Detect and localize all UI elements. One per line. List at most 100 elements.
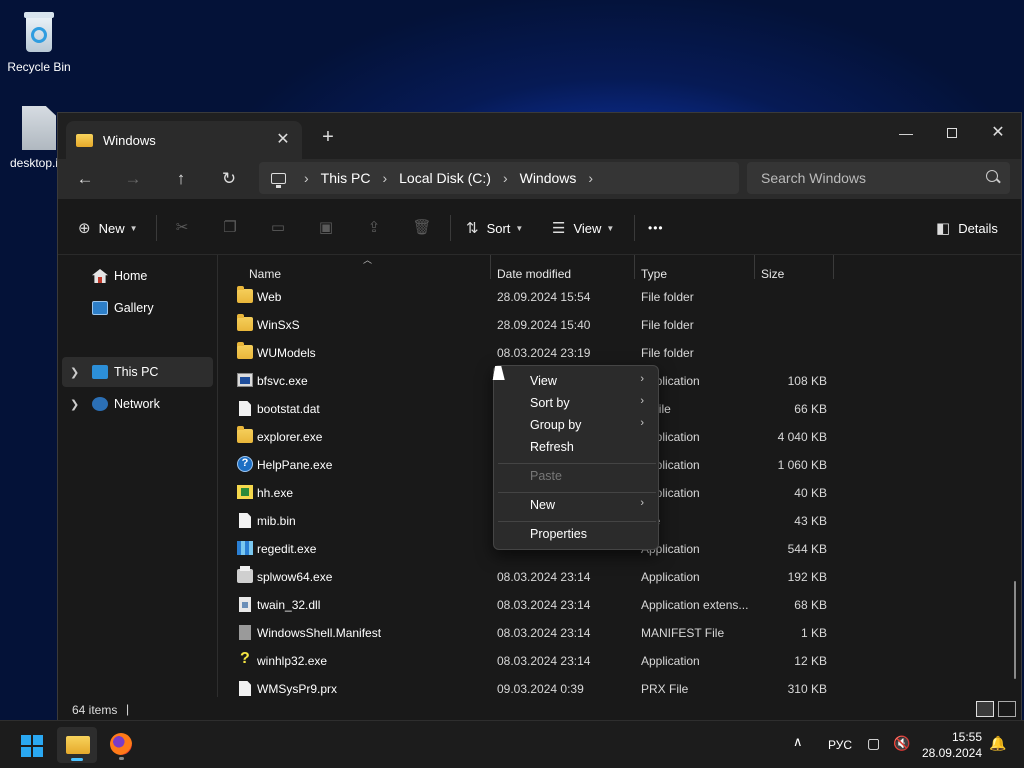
nav-item-gallery[interactable]: Gallery [62,293,213,323]
up-button[interactable]: ↑ [167,167,195,191]
more-options-button[interactable]: ••• [648,217,664,239]
file-name: mib.bin [257,514,296,528]
chevron-right-icon[interactable]: ❯ [70,366,79,379]
forward-button[interactable]: → [119,167,147,191]
taskbar-firefox[interactable] [101,727,141,763]
sort-icon: ⇅ [466,220,479,237]
breadcrumb-separator[interactable]: › [304,170,309,186]
maximize-icon [947,128,957,138]
document-icon [239,513,251,528]
address-bar[interactable]: › This PC › Local Disk (C:) › Windows › [259,162,739,194]
clock[interactable]: 15:55 28.09.2024 [920,729,982,761]
column-header-type[interactable]: Type [641,267,667,281]
manifest-icon [239,625,251,640]
menu-item-sort-by[interactable]: Sort by › [498,392,654,414]
nav-item-this-pc[interactable]: ❯ This PC [62,357,213,387]
taskbar-file-explorer[interactable] [57,727,97,763]
table-row[interactable]: WUModels 08.03.2024 23:19 File folder [219,339,1021,367]
table-row[interactable]: twain_32.dll 08.03.2024 23:14 Application … [219,591,1021,619]
menu-item-refresh[interactable]: Refresh [498,436,654,458]
table-row[interactable]: WinSxS 28.09.2024 15:40 File folder [219,311,1021,339]
menu-item-properties[interactable]: Properties [498,523,654,545]
file-type: Application [641,570,700,584]
breadcrumb-separator[interactable]: › [503,170,508,186]
view-button[interactable]: ☰ View ▼ [552,217,614,239]
close-window-button[interactable]: ✕ [975,119,1021,147]
file-date-modified: 08.03.2024 23:14 [497,570,591,584]
language-indicator[interactable]: РУС [828,738,852,752]
volume-muted-icon[interactable]: 🔇 [893,735,910,752]
computer-icon [92,365,108,379]
folder-icon [237,286,253,303]
minimize-button[interactable]: — [883,119,929,147]
back-button[interactable]: ← [71,167,99,191]
search-input[interactable]: Search Windows [747,162,1010,194]
file-name: WinSxS [257,318,300,332]
notification-bell-icon[interactable]: 🔔 [989,735,1006,752]
network-status-icon[interactable]: ▢ [867,735,880,752]
breadcrumb-this-pc[interactable]: This PC [321,170,371,186]
chevron-right-icon: › [640,497,644,509]
nav-item-home[interactable]: Home [62,261,213,291]
maximize-button[interactable] [929,119,975,147]
details-view-toggle[interactable] [976,701,994,717]
sort-button[interactable]: ⇅ Sort ▼ [466,217,523,239]
menu-item-label: Sort by [530,396,570,410]
file-size: 192 KB [787,570,827,584]
rename-icon[interactable]: ▣ [316,218,336,238]
column-header-date[interactable]: Date modified [497,267,571,281]
vertical-scrollbar[interactable] [1014,581,1016,679]
delete-icon[interactable]: 🗑 [412,218,432,238]
cut-icon[interactable]: ✂ [172,218,192,238]
table-row[interactable]: splwow64.exe 08.03.2024 23:14 Application 1… [219,563,1021,591]
file-type: File folder [641,346,694,360]
table-row[interactable]: WMSysPr9.prx 09.03.2024 0:39 PRX File 310 K… [219,675,1021,697]
nav-item-network[interactable]: ❯ Network [62,389,213,419]
column-divider[interactable] [490,255,491,279]
breadcrumb-local-disk[interactable]: Local Disk (C:) [399,170,491,186]
table-row[interactable]: Web 28.09.2024 15:54 File folder [219,283,1021,311]
chevron-down-icon: ▼ [606,223,615,233]
file-name: WindowsShell.Manifest [257,626,382,640]
firefox-icon [110,733,132,755]
file-size: 40 KB [794,486,827,500]
folder-icon [76,133,93,147]
refresh-button[interactable]: ↻ [215,167,243,191]
paste-icon[interactable]: ▭ [268,218,288,238]
table-row[interactable]: WindowsShell.Manifest 08.03.2024 23:14 MAN… [219,619,1021,647]
details-button[interactable]: ◧ Details [936,217,998,239]
desktop-icon-recycle-bin[interactable]: Recycle Bin [1,10,77,74]
column-header-name[interactable]: Name [249,267,281,281]
help-book-icon [237,485,253,499]
chevron-right-icon: › [640,417,644,429]
details-pane-icon: ◧ [936,220,951,237]
start-windows-icon[interactable] [21,735,43,757]
tray-chevron-up-icon[interactable]: ∧ [793,734,803,750]
menu-item-view[interactable]: View › [498,370,654,392]
breadcrumb-separator[interactable]: › [382,170,387,186]
tab-windows[interactable]: Windows ✕ [66,121,302,159]
menu-item-group-by[interactable]: Group by › [498,414,654,436]
close-tab-icon[interactable]: ✕ [274,131,292,149]
column-divider[interactable] [634,255,635,279]
menu-separator [498,521,656,522]
share-icon[interactable]: ⇪ [364,218,384,238]
breadcrumb-separator[interactable]: › [588,170,593,186]
file-type: Application extens... [641,598,749,612]
search-icon [986,170,998,182]
breadcrumb-windows[interactable]: Windows [520,170,577,186]
menu-item-new[interactable]: New › [498,494,654,516]
large-icons-view-toggle[interactable] [998,701,1016,717]
chevron-right-icon[interactable]: ❯ [70,398,79,411]
column-divider[interactable] [833,255,834,279]
file-date-modified: 09.03.2024 0:39 [497,682,584,696]
dll-icon [239,597,251,612]
menu-item-paste: Paste [498,465,654,487]
column-header-size[interactable]: Size [761,267,784,281]
new-tab-button[interactable]: + [318,127,338,147]
file-size: 310 KB [787,682,827,696]
table-row[interactable]: ? winhlp32.exe 08.03.2024 23:14 Application… [219,647,1021,675]
new-button[interactable]: ⊕ New ▼ [78,217,138,239]
copy-icon[interactable]: ❐ [220,218,240,238]
column-divider[interactable] [754,255,755,279]
